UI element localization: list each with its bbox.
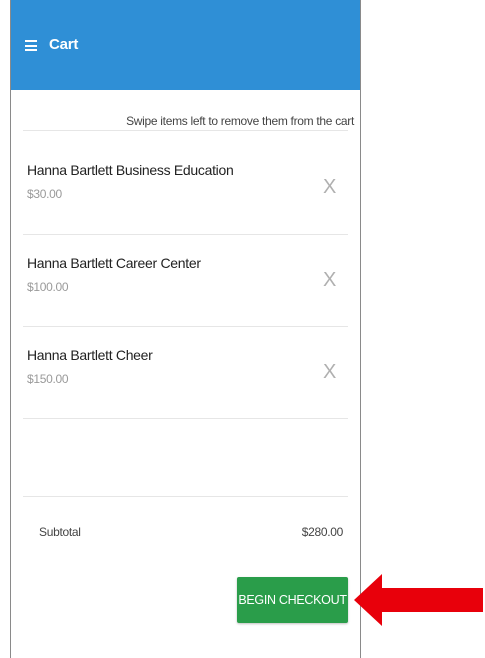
- swipe-hint-text: Swipe items left to remove them from the…: [126, 114, 354, 128]
- red-arrow-annotation-icon: [354, 574, 483, 626]
- divider: [23, 496, 348, 497]
- cart-item-name: Hanna Bartlett Cheer: [27, 347, 153, 363]
- cart-item-name: Hanna Bartlett Business Education: [27, 162, 234, 178]
- cart-item-name: Hanna Bartlett Career Center: [27, 255, 201, 271]
- hamburger-menu-icon[interactable]: [25, 40, 37, 51]
- cart-item-price: $100.00: [27, 280, 69, 294]
- app-screen: Cart Swipe items left to remove them fro…: [10, 0, 361, 658]
- app-bar: Cart: [11, 0, 360, 90]
- divider: [23, 130, 348, 131]
- divider: [23, 418, 348, 419]
- remove-item-icon[interactable]: X: [323, 269, 336, 292]
- remove-item-icon[interactable]: X: [323, 361, 336, 384]
- cart-item[interactable]: Hanna Bartlett Career Center $100.00 X: [11, 235, 360, 327]
- subtotal-value: $280.00: [301, 525, 344, 539]
- page-title: Cart: [49, 36, 79, 53]
- cart-item-price: $30.00: [27, 187, 62, 201]
- cart-item-price: $150.00: [27, 372, 69, 386]
- cart-item[interactable]: Hanna Bartlett Business Education $30.00…: [11, 142, 360, 234]
- cart-item[interactable]: Hanna Bartlett Cheer $150.00 X: [11, 327, 360, 419]
- begin-checkout-button[interactable]: BEGIN CHECKOUT: [237, 577, 348, 623]
- remove-item-icon[interactable]: X: [323, 176, 336, 199]
- subtotal-label: Subtotal: [39, 525, 81, 539]
